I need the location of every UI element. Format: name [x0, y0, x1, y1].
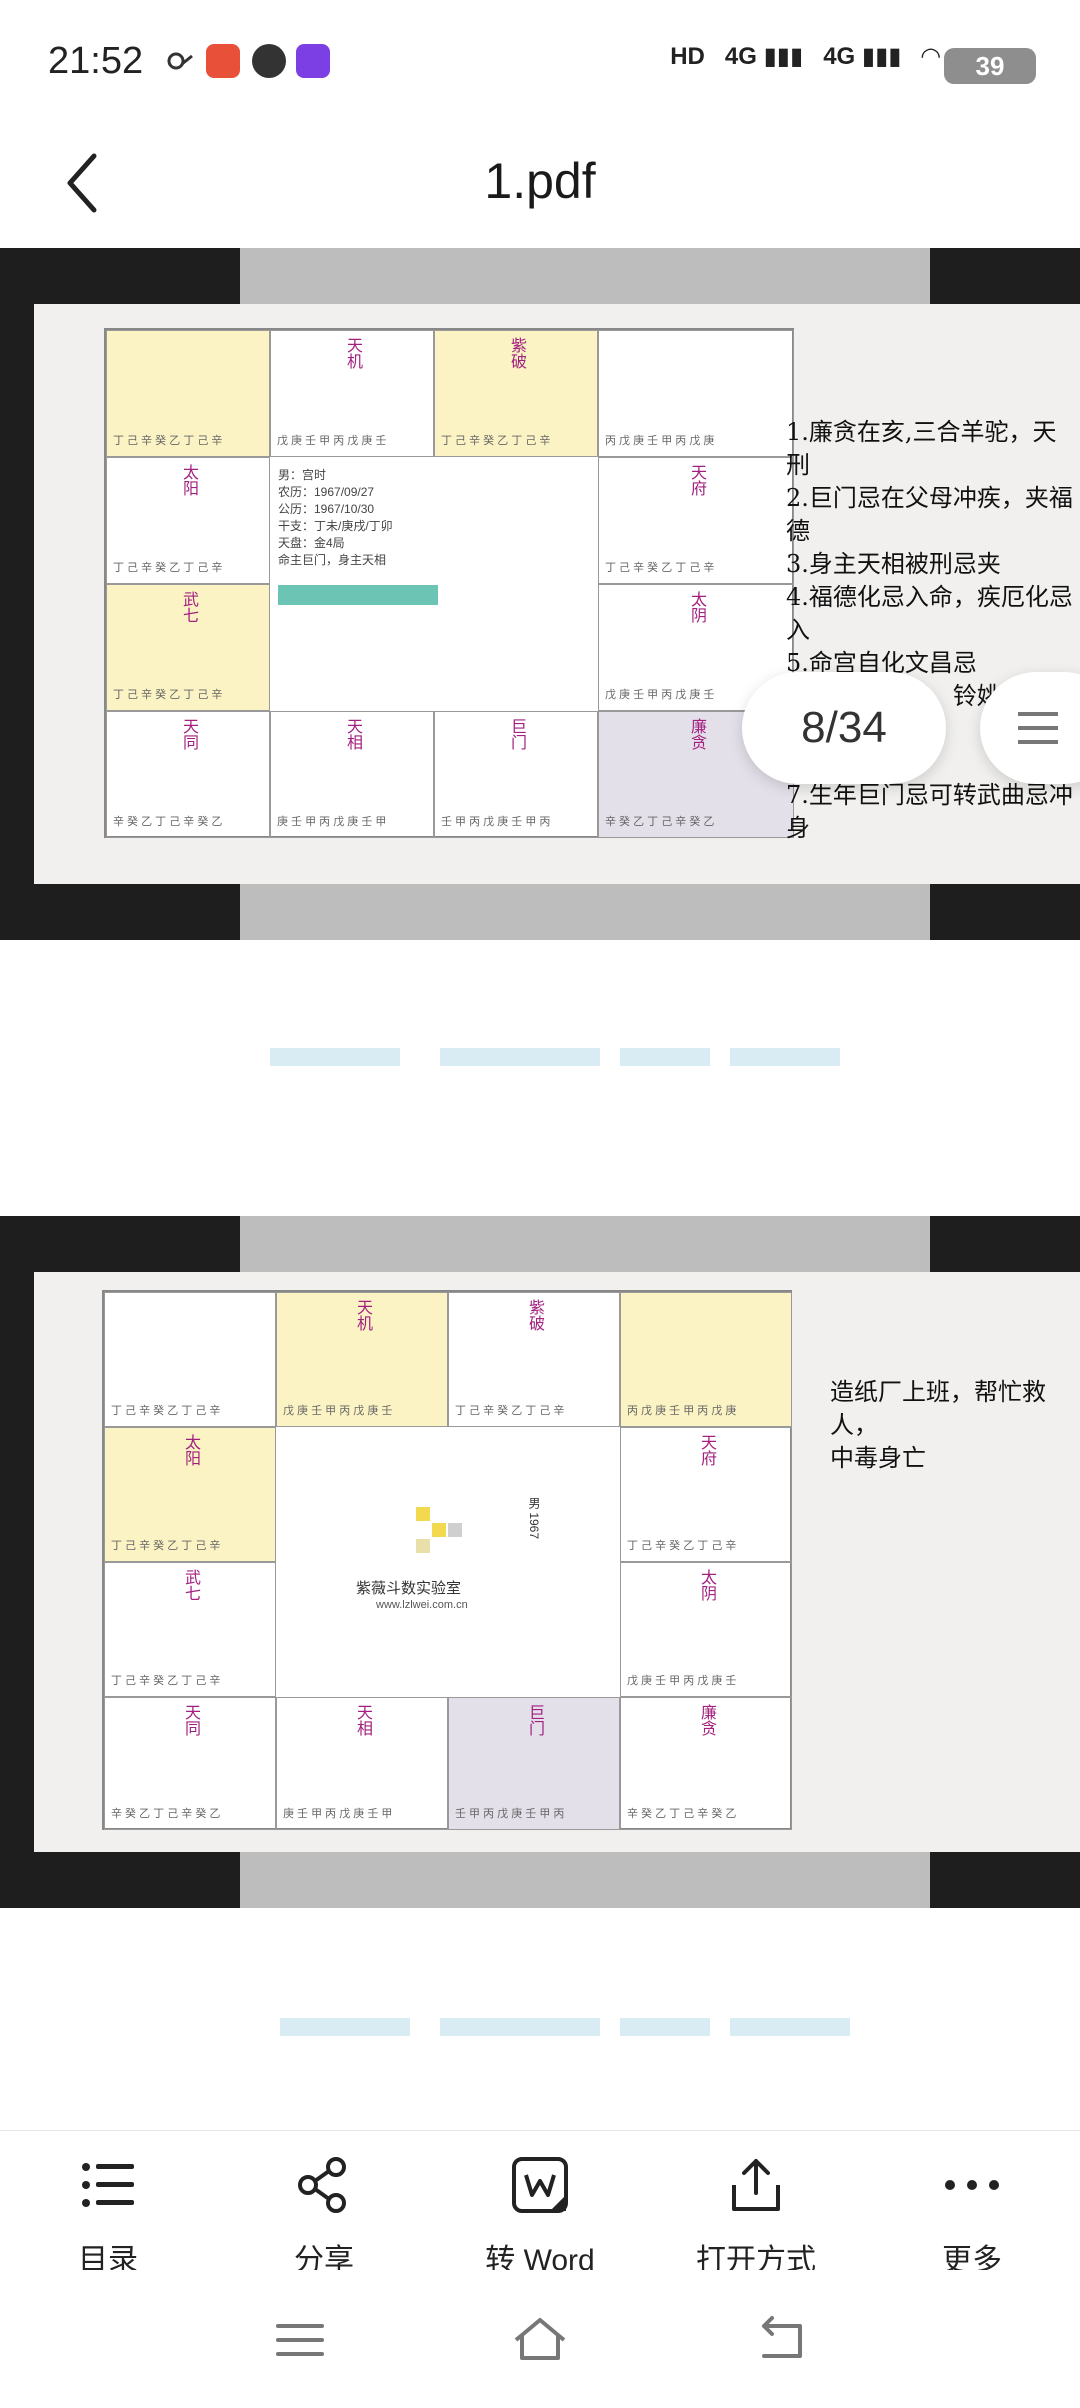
palace-cell: 廉贪辛 癸 乙 丁 己 辛 癸 乙 — [620, 1697, 792, 1830]
link-icon — [164, 44, 198, 78]
wifi-icon: ◠ — [921, 43, 940, 70]
app-header: 1.pdf — [0, 130, 1080, 240]
palace-cell: 天府丁 己 辛 癸 乙 丁 己 辛 — [598, 457, 794, 584]
battery-indicator: 39 — [944, 48, 1036, 84]
app-purple-icon — [296, 44, 330, 78]
signal-4g-2: 4G — [823, 43, 856, 70]
menu-lines-icon — [1018, 712, 1058, 716]
upload-icon — [732, 2159, 780, 2211]
chart-center-logo: 紫薇斗数实验室 www.lzlwei.com.cn 男 1967 — [276, 1427, 620, 1697]
logo-squares — [416, 1507, 464, 1555]
blurred-text-strip — [0, 1042, 1080, 1072]
palace-cell: 武七丁 己 辛 癸 乙 丁 己 辛 — [104, 1562, 276, 1697]
home-icon — [514, 2318, 566, 2360]
share-button[interactable]: 分享 — [224, 2141, 424, 2277]
system-nav-bar — [0, 2270, 1080, 2408]
convert-word-button[interactable]: 转 Word — [440, 2141, 640, 2277]
document-title: 1.pdf — [484, 153, 596, 209]
page-2-image: 丁 己 辛 癸 乙 丁 己 辛 天机戊 庚 壬 甲 丙 戊 庚 壬 紫破丁 己 … — [34, 1272, 1080, 1852]
bottom-toolbar: 目录 分享 转 Word 打开方式 更多 — [0, 2130, 1080, 2277]
blurred-text-strip-2 — [0, 2012, 1080, 2042]
pdf-page-1[interactable]: 丁 己 辛 癸 乙 丁 己 辛 天机戊 庚 壬 甲 丙 戊 庚 壬 紫破丁 己 … — [0, 248, 1080, 940]
toc-button[interactable]: 目录 — [8, 2141, 208, 2277]
network-indicators: HD 4G ▮▮▮ 4G ▮▮▮ ◠ — [670, 42, 940, 71]
palace-cell: 丁 己 辛 癸 乙 丁 己 辛 — [104, 1292, 276, 1427]
palace-cell: 太阳丁 己 辛 癸 乙 丁 己 辛 — [106, 457, 270, 584]
astrology-chart-2: 丁 己 辛 癸 乙 丁 己 辛 天机戊 庚 壬 甲 丙 戊 庚 壬 紫破丁 己 … — [102, 1290, 792, 1830]
palace-cell: 太阴戊 庚 壬 甲 丙 戊 庚 壬 — [620, 1562, 792, 1697]
palace-cell: 天同辛 癸 乙 丁 己 辛 癸 乙 — [104, 1697, 276, 1830]
share-icon — [298, 2157, 346, 2213]
more-button[interactable]: 更多 — [872, 2141, 1072, 2277]
list-icon — [82, 2163, 134, 2207]
compass-icon — [252, 44, 286, 78]
nav-home-button[interactable] — [510, 2310, 570, 2370]
nav-menu-button[interactable] — [270, 2310, 330, 2370]
palace-cell: 天相庚 壬 甲 丙 戊 庚 壬 甲 — [270, 711, 434, 838]
page-indicator[interactable]: 8/34 — [742, 672, 946, 784]
palace-cell: 丙 戊 庚 壬 甲 丙 戊 庚 — [598, 330, 794, 457]
palace-cell: 太阳丁 己 辛 癸 乙 丁 己 辛 — [104, 1427, 276, 1562]
hd-label: HD — [670, 43, 705, 70]
nav-back-button[interactable] — [750, 2310, 810, 2370]
word-icon — [512, 2157, 568, 2213]
menu-icon — [276, 2324, 324, 2356]
status-bar: 21:52 HD 4G ▮▮▮ 4G ▮▮▮ ◠ 39 — [0, 0, 1080, 130]
signal-4g-1: 4G — [724, 43, 757, 70]
astrology-chart: 丁 己 辛 癸 乙 丁 己 辛 天机戊 庚 壬 甲 丙 戊 庚 壬 紫破丁 己 … — [104, 328, 794, 838]
page-1-image: 丁 己 辛 癸 乙 丁 己 辛 天机戊 庚 壬 甲 丙 戊 庚 壬 紫破丁 己 … — [34, 304, 1080, 884]
signal-bars-icon-2: ▮▮▮ — [861, 43, 902, 70]
open-with-button[interactable]: 打开方式 — [656, 2141, 856, 2277]
palace-cell: 巨门壬 甲 丙 戊 庚 壬 甲 丙 — [434, 711, 598, 838]
more-icon — [945, 2180, 999, 2190]
palace-cell: 丁 己 辛 癸 乙 丁 己 辛 — [106, 330, 270, 457]
palace-cell: 天机戊 庚 壬 甲 丙 戊 庚 壬 — [270, 330, 434, 457]
side-menu-button[interactable] — [980, 672, 1080, 784]
palace-cell: 天相庚 壬 甲 丙 戊 庚 壬 甲 — [276, 1697, 448, 1830]
app-notification-icon — [206, 44, 240, 78]
palace-cell: 武七丁 己 辛 癸 乙 丁 己 辛 — [106, 584, 270, 711]
palace-cell: 天机戊 庚 壬 甲 丙 戊 庚 壬 — [276, 1292, 448, 1427]
signal-bars-icon: ▮▮▮ — [763, 43, 804, 70]
palace-cell: 天府丁 己 辛 癸 乙 丁 己 辛 — [620, 1427, 792, 1562]
palace-cell: 紫破丁 己 辛 癸 乙 丁 己 辛 — [434, 330, 598, 457]
page-2-notes: 造纸厂上班，帮忙救人， 中毒身亡 — [830, 1378, 1046, 1472]
pdf-page-2[interactable]: 丁 己 辛 癸 乙 丁 己 辛 天机戊 庚 壬 甲 丙 戊 庚 壬 紫破丁 己 … — [0, 1216, 1080, 1908]
status-time: 21:52 — [48, 40, 144, 82]
return-icon — [762, 2316, 802, 2358]
palace-cell: 紫破丁 己 辛 癸 乙 丁 己 辛 — [448, 1292, 620, 1427]
palace-cell: 天同辛 癸 乙 丁 己 辛 癸 乙 — [106, 711, 270, 838]
palace-cell: 丙 戊 庚 壬 甲 丙 戊 庚 — [620, 1292, 792, 1427]
palace-cell: 巨门壬 甲 丙 戊 庚 壬 甲 丙 — [448, 1697, 620, 1830]
chart-center-info: 男：宫时 农历：1967/09/27 公历：1967/10/30 干支：丁未/庚… — [270, 457, 598, 711]
